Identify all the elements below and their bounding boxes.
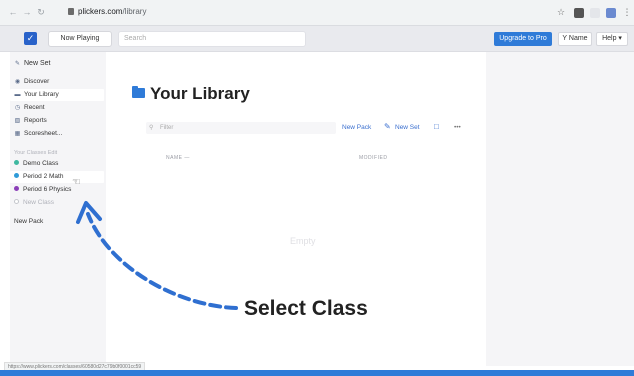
taskbar-strip [0,370,634,376]
annotation-arrow-path [86,212,238,310]
app-frame: ← → ↻ plickers.com/library ☆ ⋮ ✓ Now Pla… [0,0,634,376]
annotation-label: Select Class [244,297,368,320]
